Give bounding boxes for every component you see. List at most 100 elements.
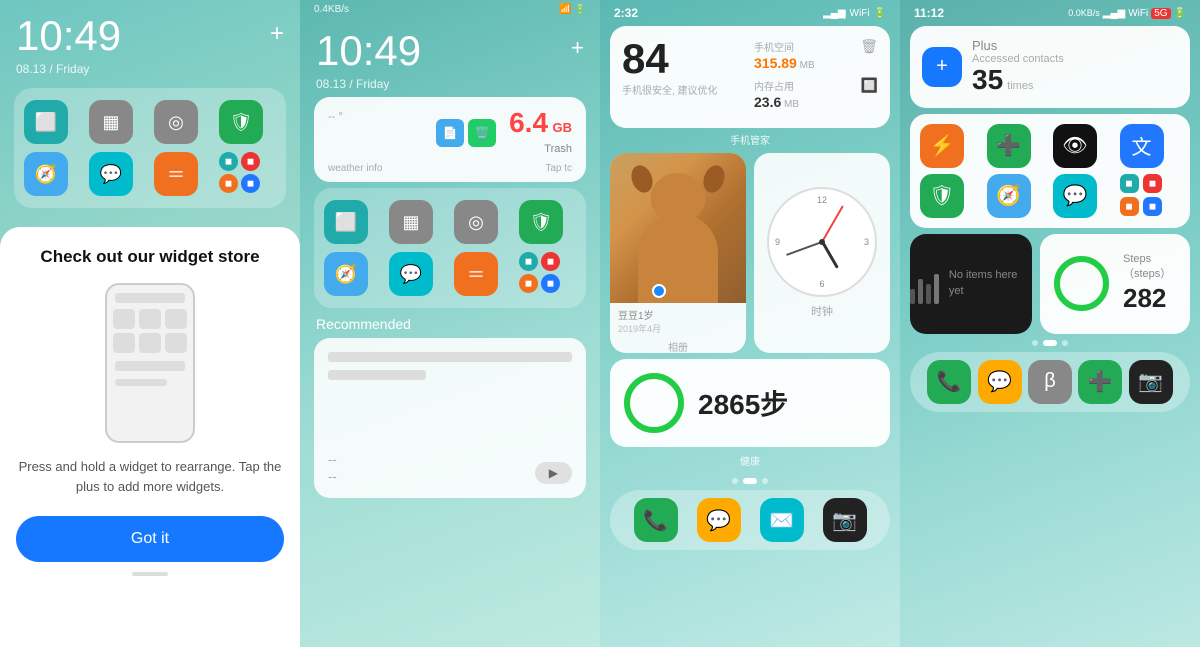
- app-icon-grid[interactable]: ▦: [89, 100, 133, 144]
- mockup-cell: [165, 309, 187, 329]
- file-icon-1: 📄: [436, 119, 464, 147]
- app-icon-bubble[interactable]: 💬: [89, 152, 133, 196]
- p4-dot-3: [1062, 340, 1068, 346]
- p2-sm1[interactable]: ◼: [519, 252, 538, 271]
- app-icon-sm1[interactable]: ◼: [219, 152, 238, 171]
- p2-app-equals[interactable]: ＝: [454, 252, 498, 296]
- p4-app-compass2[interactable]: 🧭: [987, 174, 1031, 218]
- panel1-plus-button[interactable]: +: [270, 20, 284, 48]
- p4-app-msg[interactable]: 💬: [1053, 174, 1097, 218]
- p4-app-security[interactable]: 🛡: [920, 174, 964, 218]
- mockup-cell: [113, 333, 135, 353]
- panel2-plus-button[interactable]: +: [571, 35, 584, 61]
- p4-page-dots: [900, 340, 1200, 346]
- p4-battery: 🔋: [1174, 8, 1186, 19]
- panel2-header: 10:49 08.13 / Friday +: [300, 15, 600, 97]
- mockup-cell: [139, 333, 161, 353]
- dock-camera[interactable]: 📷: [823, 498, 867, 542]
- app-icon-sm4[interactable]: ◼: [241, 174, 260, 193]
- file-icons: 📄 🗑️: [436, 119, 496, 147]
- panel-4: 11:12 0.0KB/s ▂▄▆ WiFi 5G 🔋 + Plus Acces…: [900, 0, 1200, 647]
- panel4-dock: 📞 💬 β ➕ 📷: [910, 352, 1190, 412]
- contacts-count-row: 35 times: [972, 65, 1064, 96]
- contacts-app-icon[interactable]: +: [922, 47, 962, 87]
- p4-dot-2: [1043, 340, 1057, 346]
- clock-12: 12: [817, 195, 827, 205]
- p2-app-screen[interactable]: ⬜: [324, 200, 368, 244]
- delete-icon[interactable]: 🗑: [860, 38, 878, 55]
- rec-line2: [328, 370, 426, 380]
- p4-app-flash[interactable]: ⚡: [920, 124, 964, 168]
- rec-button[interactable]: ▶: [535, 462, 572, 484]
- panel2-time: 10:49: [316, 27, 421, 75]
- contacts-widget: + Plus Accessed contacts 35 times: [910, 26, 1190, 108]
- trash-dot: -- °: [328, 107, 343, 125]
- p4-dock-add[interactable]: ➕: [1078, 360, 1122, 404]
- clock-face: 12 3 6 9: [767, 187, 877, 297]
- p3-time: 2:32: [614, 6, 638, 20]
- got-it-button[interactable]: Got it: [16, 516, 284, 562]
- weather-label: weather info: [328, 163, 382, 174]
- app-icon-scan[interactable]: ◎: [154, 100, 198, 144]
- dog-body: [638, 213, 718, 303]
- mockup-line1: [115, 293, 185, 303]
- panel1-app-grid: ⬜ ▦ ◎ 🛡 🧭 💬 ＝ ◼ ◼ ◼ ◼: [14, 88, 286, 208]
- p4-dock-phone[interactable]: 📞: [927, 360, 971, 404]
- p4-dock-chat[interactable]: 💬: [978, 360, 1022, 404]
- p4-sm3[interactable]: ◼: [1120, 197, 1139, 216]
- dot-2: [743, 478, 757, 484]
- widget-store-sheet: Check out our widget store Press and hol…: [0, 227, 300, 647]
- clock-center-dot: [819, 239, 825, 245]
- p4-dock-beta[interactable]: β: [1028, 360, 1072, 404]
- metric-memory: 内存占用 🔲 23.6 MB: [754, 77, 878, 110]
- p4-sm2[interactable]: ◼: [1143, 174, 1162, 193]
- p4-app-translate[interactable]: 文: [1120, 124, 1164, 168]
- panel2-time-block: 10:49 08.13 / Friday: [316, 27, 421, 91]
- p4-dock-camera[interactable]: 📷: [1129, 360, 1173, 404]
- dock-phone[interactable]: 📞: [634, 498, 678, 542]
- p2-app-shield[interactable]: 🛡: [519, 200, 563, 244]
- p2-app-compass[interactable]: 🧭: [324, 252, 368, 296]
- panel4-status-bar: 11:12 0.0KB/s ▂▄▆ WiFi 5G 🔋: [900, 0, 1200, 22]
- p4-steps-label: Steps（steps）: [1123, 253, 1176, 281]
- app-icon-sm2[interactable]: ◼: [241, 152, 260, 171]
- p3-status-right: ▂▄▆ WiFi 🔋: [823, 6, 886, 20]
- health-sub: 手机很安全, 建议优化: [622, 82, 746, 97]
- p4-wifi: WiFi: [1128, 8, 1148, 19]
- p4-steps-widget: Steps（steps） 282: [1040, 234, 1190, 334]
- contacts-unit: times: [1007, 80, 1033, 92]
- p4-live: 5G: [1151, 8, 1170, 19]
- p4-app-plus[interactable]: ➕: [987, 124, 1031, 168]
- panel3-dock: 📞 💬 ✉️ 📷: [610, 490, 890, 550]
- memory-icon[interactable]: 🔲: [861, 77, 878, 94]
- dot-3: [762, 478, 768, 484]
- p4-sm1[interactable]: ◼: [1120, 174, 1139, 193]
- chart-bar3: [926, 284, 931, 304]
- clock-6: 6: [819, 279, 824, 289]
- panel4-app-grid-1: ⚡ ➕ 👁 文 🛡 🧭 💬 ◼ ◼ ◼ ◼: [910, 114, 1190, 228]
- dock-chat[interactable]: 💬: [697, 498, 741, 542]
- metric-memory-val: 23.6 MB: [754, 94, 878, 110]
- tap-label: Tap tc: [545, 163, 572, 174]
- app-icon-shield[interactable]: 🛡: [219, 100, 263, 144]
- dock-message[interactable]: ✉️: [760, 498, 804, 542]
- dog-date: 2019年4月: [618, 322, 738, 335]
- panel1-time: 10:49: [16, 12, 121, 60]
- app-icon-sm3[interactable]: ◼: [219, 174, 238, 193]
- clock-hour-hand: [821, 241, 839, 268]
- p2-app-bubble[interactable]: 💬: [389, 252, 433, 296]
- panel-2: 0.4KB/s 📶 🔋 10:49 08.13 / Friday + -- ° …: [300, 0, 600, 647]
- p2-sm3[interactable]: ◼: [519, 274, 538, 293]
- p4-sm4[interactable]: ◼: [1143, 197, 1162, 216]
- p4-steps-circle: [1054, 256, 1109, 311]
- p4-app-eye[interactable]: 👁: [1053, 124, 1097, 168]
- app-icon-compass[interactable]: 🧭: [24, 152, 68, 196]
- p2-status-right: 📶 🔋: [559, 4, 586, 15]
- app-icon-equals[interactable]: ＝: [154, 152, 198, 196]
- p2-app-grid[interactable]: ▦: [389, 200, 433, 244]
- app-icon-screen[interactable]: ⬜: [24, 100, 68, 144]
- p2-sm2[interactable]: ◼: [541, 252, 560, 271]
- p2-app-scan[interactable]: ◎: [454, 200, 498, 244]
- health-manager-footer: 手机管家: [600, 132, 900, 147]
- p2-sm4[interactable]: ◼: [541, 274, 560, 293]
